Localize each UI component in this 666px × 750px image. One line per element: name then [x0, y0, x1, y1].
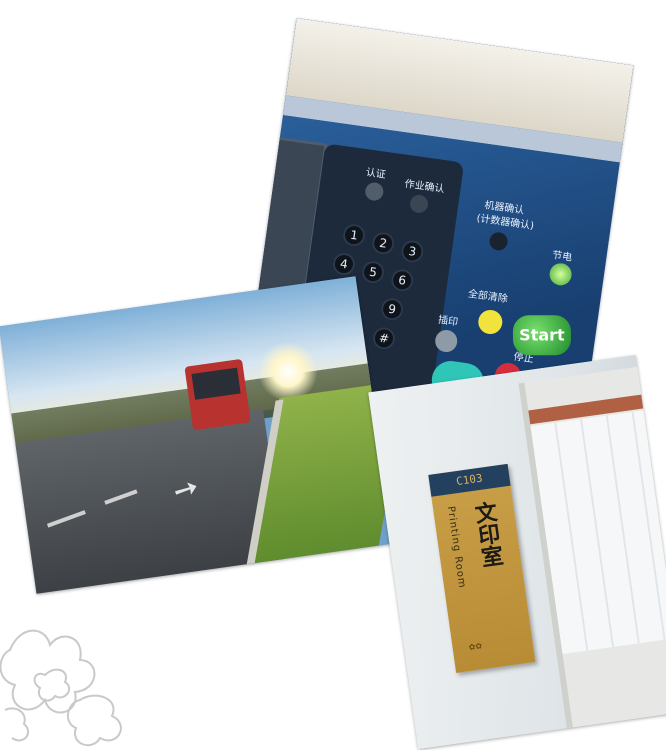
decorative-flower-icon [0, 629, 122, 747]
bus-road-photo: ➚ [0, 276, 394, 594]
room-name-english: Printing Room [444, 505, 468, 590]
auth-label: 认证 [365, 167, 387, 181]
start-badge: Start [512, 315, 571, 356]
interrupt-label: 插印 [437, 314, 459, 329]
printing-room-sign-photo: C103 文印室 Printing Room ✿✿ [368, 354, 666, 750]
power-save-label: 节电 [551, 250, 573, 264]
plaque-logo-icon: ✿✿ [468, 641, 483, 652]
room-name-chinese: 文印室 [469, 500, 504, 569]
